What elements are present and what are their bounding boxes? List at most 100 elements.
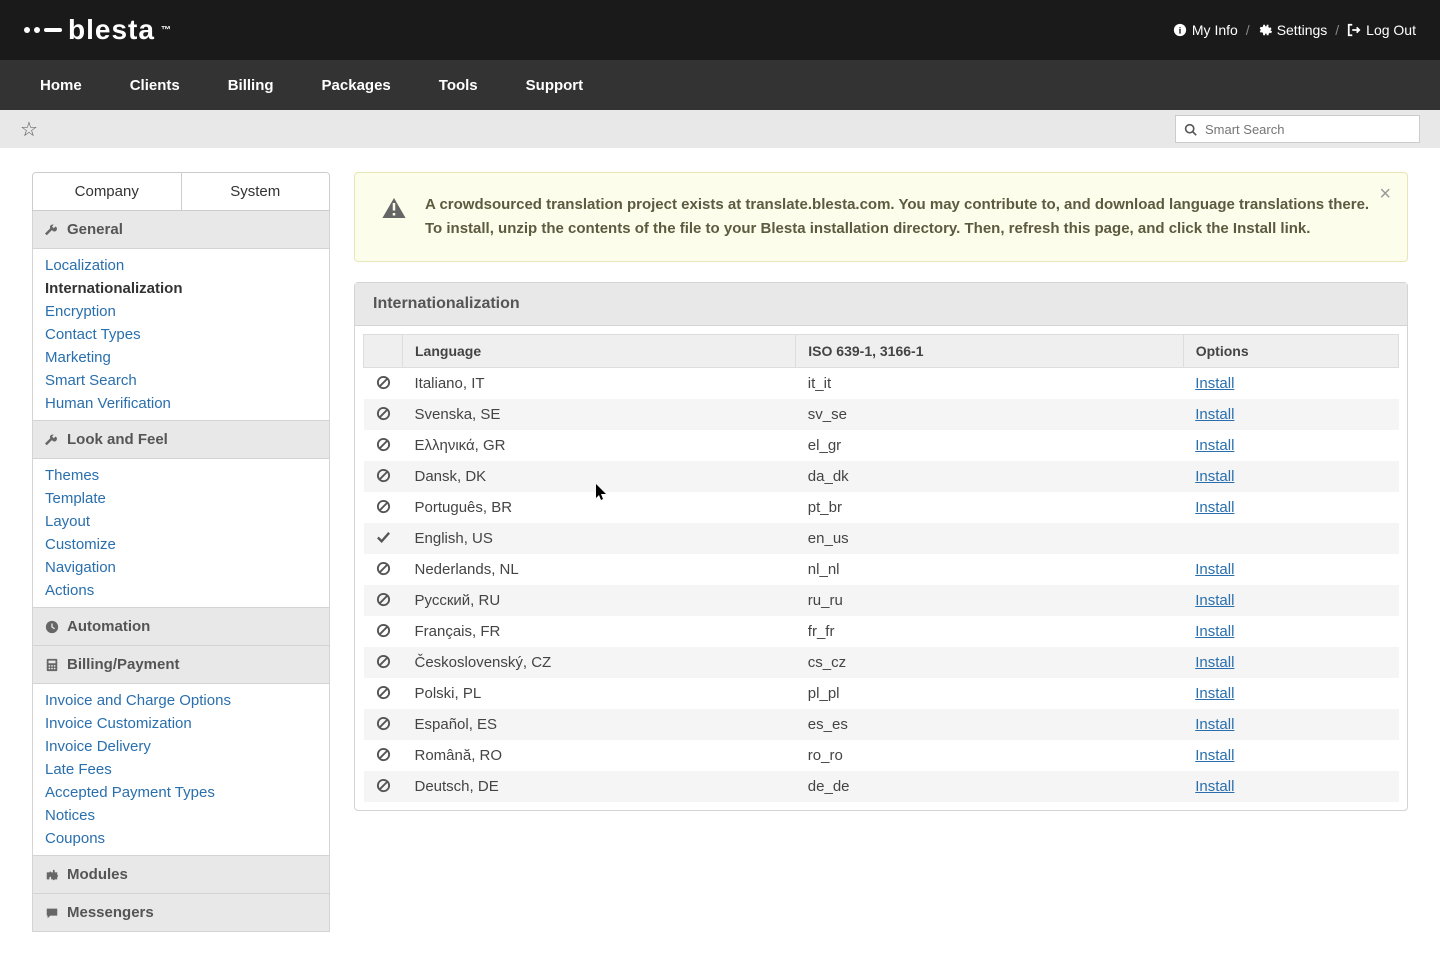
logout-link[interactable]: Log Out — [1347, 22, 1416, 38]
lang-options — [1183, 523, 1398, 554]
col-options: Options — [1183, 335, 1398, 368]
nav-home[interactable]: Home — [40, 77, 82, 94]
lang-code: nl_nl — [796, 554, 1183, 585]
sidebar: Company System General Localization Inter… — [32, 172, 330, 932]
ban-icon — [364, 399, 403, 428]
myinfo-link[interactable]: i My Info — [1173, 22, 1238, 38]
sidebar-link[interactable]: Internationalization — [45, 280, 317, 297]
star-icon[interactable]: ☆ — [20, 117, 38, 142]
sidebar-link[interactable]: Layout — [45, 513, 317, 530]
sidebar-link[interactable]: Template — [45, 490, 317, 507]
logo[interactable]: blesta™ — [24, 14, 172, 46]
ban-icon — [364, 585, 403, 614]
sidebar-link[interactable]: Late Fees — [45, 761, 317, 778]
close-icon[interactable]: × — [1379, 183, 1391, 206]
section-general[interactable]: General — [32, 211, 330, 249]
install-link[interactable]: Install — [1195, 592, 1234, 609]
section-messengers[interactable]: Messengers — [32, 894, 330, 932]
table-row: Deutsch, DEde_deInstall — [364, 771, 1399, 802]
alert-text: A crowdsourced translation project exist… — [425, 193, 1383, 241]
lang-name: Československý, CZ — [403, 647, 796, 678]
table-row: Español, ESes_esInstall — [364, 709, 1399, 740]
sidebar-link[interactable]: Accepted Payment Types — [45, 784, 317, 801]
install-link[interactable]: Install — [1195, 654, 1234, 671]
puzzle-icon — [45, 868, 59, 882]
sidebar-link[interactable]: Navigation — [45, 559, 317, 576]
calculator-icon — [45, 658, 59, 672]
nav-support[interactable]: Support — [526, 77, 584, 94]
lang-name: Ελληνικά, GR — [403, 430, 796, 461]
install-link[interactable]: Install — [1195, 499, 1234, 516]
nav-tools[interactable]: Tools — [439, 77, 478, 94]
sidebar-link[interactable]: Localization — [45, 257, 317, 274]
sidebar-link[interactable]: Notices — [45, 807, 317, 824]
lang-options: Install — [1183, 585, 1398, 616]
sidebar-tabs: Company System — [32, 172, 330, 211]
col-iso: ISO 639-1, 3166-1 — [796, 335, 1183, 368]
wrench-icon — [45, 433, 59, 447]
lang-options: Install — [1183, 492, 1398, 523]
table-row: Português, BRpt_brInstall — [364, 492, 1399, 523]
lang-options: Install — [1183, 368, 1398, 400]
lang-name: Dansk, DK — [403, 461, 796, 492]
nav-packages[interactable]: Packages — [322, 77, 391, 94]
settings-link[interactable]: Settings — [1258, 22, 1328, 38]
lang-code: cs_cz — [796, 647, 1183, 678]
sidebar-link[interactable]: Themes — [45, 467, 317, 484]
ban-icon — [364, 554, 403, 583]
sidebar-link[interactable]: Encryption — [45, 303, 317, 320]
col-language: Language — [403, 335, 796, 368]
lang-options: Install — [1183, 709, 1398, 740]
lang-code: en_us — [796, 523, 1183, 554]
sidebar-link[interactable]: Marketing — [45, 349, 317, 366]
lang-options: Install — [1183, 399, 1398, 430]
install-link[interactable]: Install — [1195, 685, 1234, 702]
sidebar-link[interactable]: Human Verification — [45, 395, 317, 412]
gear-icon — [1258, 23, 1272, 37]
sidebar-link[interactable]: Customize — [45, 536, 317, 553]
lang-code: fr_fr — [796, 616, 1183, 647]
install-link[interactable]: Install — [1195, 623, 1234, 640]
section-automation[interactable]: Automation — [32, 608, 330, 646]
chat-icon — [45, 906, 59, 920]
lang-name: Español, ES — [403, 709, 796, 740]
sidebar-link[interactable]: Actions — [45, 582, 317, 599]
section-look[interactable]: Look and Feel — [32, 421, 330, 459]
install-link[interactable]: Install — [1195, 437, 1234, 454]
search-input[interactable] — [1205, 122, 1411, 137]
nav-billing[interactable]: Billing — [228, 77, 274, 94]
install-link[interactable]: Install — [1195, 375, 1234, 392]
search-wrap — [1175, 115, 1420, 143]
svg-text:i: i — [1179, 26, 1182, 37]
lang-options: Install — [1183, 616, 1398, 647]
lang-name: Português, BR — [403, 492, 796, 523]
ban-icon — [364, 492, 403, 521]
tab-system[interactable]: System — [181, 173, 330, 210]
install-link[interactable]: Install — [1195, 561, 1234, 578]
lang-options: Install — [1183, 771, 1398, 802]
table-row: English, USen_us — [364, 523, 1399, 554]
search-icon — [1184, 123, 1197, 136]
install-link[interactable]: Install — [1195, 747, 1234, 764]
tab-company[interactable]: Company — [33, 173, 181, 210]
ban-icon — [364, 461, 403, 490]
install-link[interactable]: Install — [1195, 778, 1234, 795]
ban-icon — [364, 647, 403, 676]
lang-name: Română, RO — [403, 740, 796, 771]
nav-clients[interactable]: Clients — [130, 77, 180, 94]
install-link[interactable]: Install — [1195, 716, 1234, 733]
section-billing[interactable]: Billing/Payment — [32, 646, 330, 684]
sidebar-link[interactable]: Coupons — [45, 830, 317, 847]
lang-code: ro_ro — [796, 740, 1183, 771]
sidebar-link[interactable]: Invoice and Charge Options — [45, 692, 317, 709]
install-link[interactable]: Install — [1195, 468, 1234, 485]
lang-options: Install — [1183, 461, 1398, 492]
sidebar-link[interactable]: Smart Search — [45, 372, 317, 389]
sidebar-link[interactable]: Invoice Delivery — [45, 738, 317, 755]
sidebar-link[interactable]: Invoice Customization — [45, 715, 317, 732]
lang-name: Italiano, IT — [403, 368, 796, 400]
section-modules[interactable]: Modules — [32, 856, 330, 894]
lang-name: Svenska, SE — [403, 399, 796, 430]
install-link[interactable]: Install — [1195, 406, 1234, 423]
sidebar-link[interactable]: Contact Types — [45, 326, 317, 343]
